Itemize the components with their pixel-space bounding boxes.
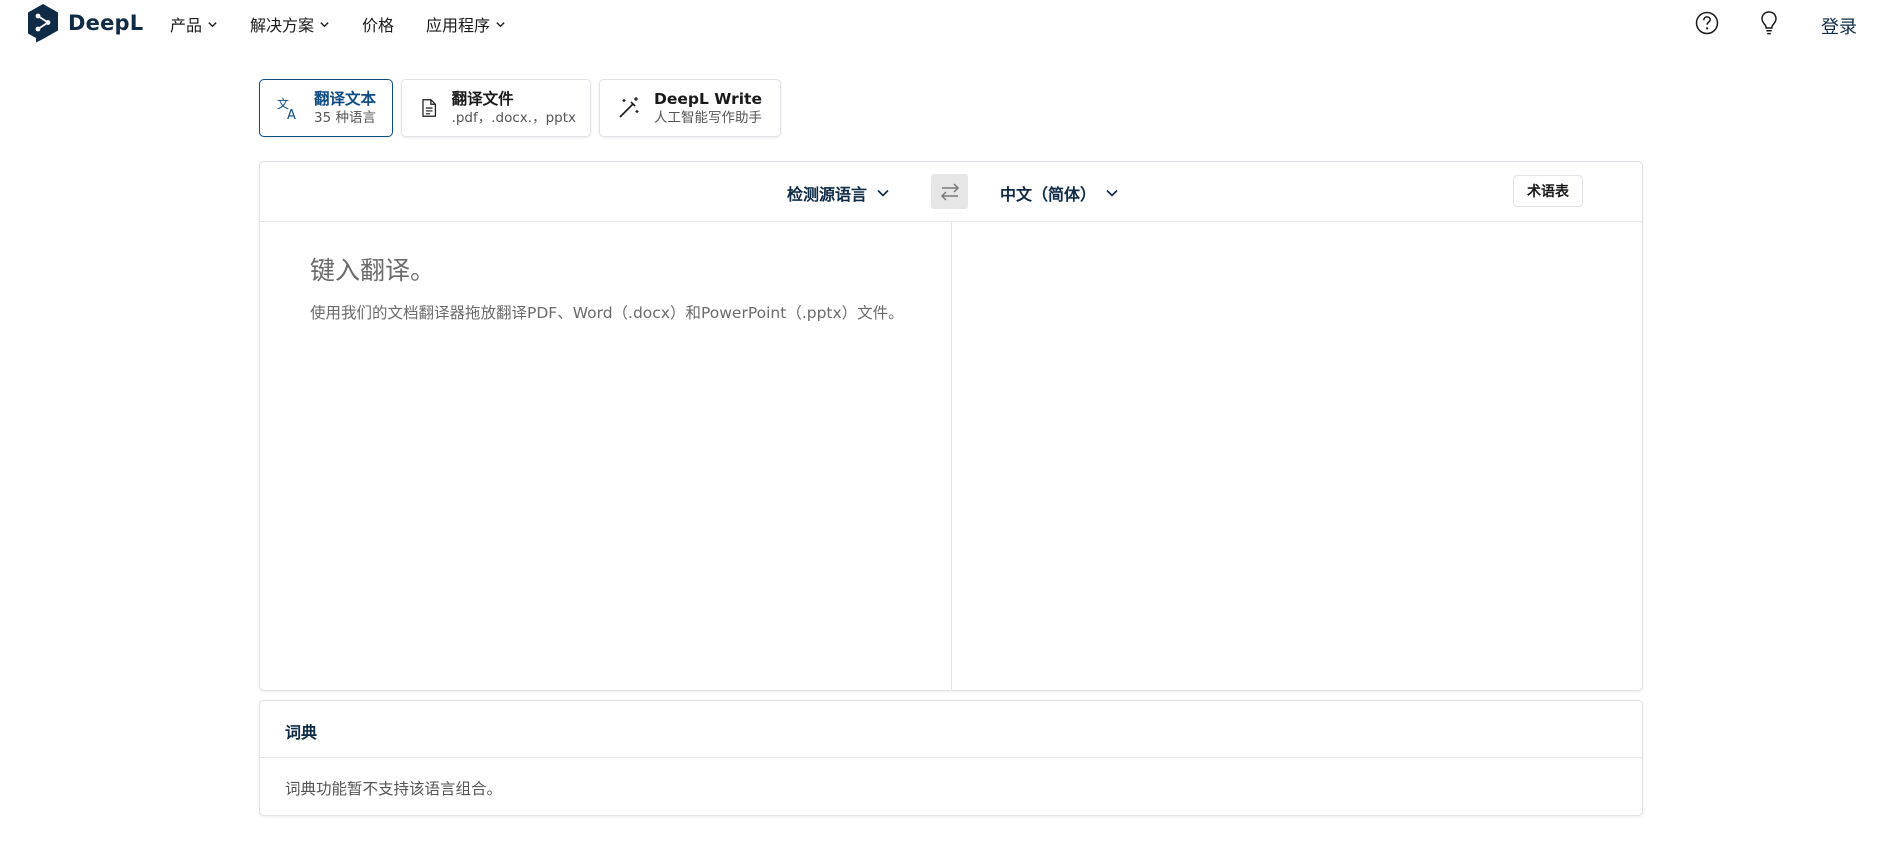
dictionary-panel: 词典 词典功能暂不支持该语言组合。 xyxy=(259,700,1643,816)
language-bar: 检测源语言 中文（简体） 术语表 xyxy=(260,162,1642,222)
tab-deepl-write-labels: DeepL Write 人工智能写作助手 xyxy=(654,89,762,127)
document-icon xyxy=(422,99,437,117)
glossary-button[interactable]: 术语表 xyxy=(1513,175,1583,207)
dictionary-message: 词典功能暂不支持该语言组合。 xyxy=(285,780,503,798)
help-button[interactable] xyxy=(1693,9,1721,37)
tab-deepl-write-title: DeepL Write xyxy=(654,90,762,108)
nav-solutions[interactable]: 解决方案 xyxy=(250,12,330,36)
tab-deepl-write-subtitle: 人工智能写作助手 xyxy=(654,110,762,126)
top-header: DeepL 产品 解决方案 价格 应用程序 登录 xyxy=(0,0,1887,50)
help-icon xyxy=(1695,11,1719,35)
nav-apps-label: 应用程序 xyxy=(426,16,491,35)
nav-products-label: 产品 xyxy=(170,16,203,35)
tab-translate-text[interactable]: 文 A 翻译文本 35 种语言 xyxy=(259,79,393,137)
document-translator-hint: 使用我们的文档翻译器拖放翻译PDF、Word（.docx）和PowerPoint… xyxy=(310,304,904,322)
translator-panel: 检测源语言 中文（简体） 术语表 键入翻译。 使用我们的文档翻译器拖放翻译PDF… xyxy=(259,161,1643,691)
source-language-select[interactable]: 检测源语言 xyxy=(787,181,890,205)
deepl-logo[interactable]: DeepL xyxy=(26,3,143,43)
tab-deepl-write[interactable]: DeepL Write 人工智能写作助手 xyxy=(599,79,781,137)
nav-pricing[interactable]: 价格 xyxy=(362,12,394,36)
target-language-label: 中文（简体） xyxy=(1000,185,1097,204)
nav-pricing-label: 价格 xyxy=(362,16,395,35)
target-text-output[interactable] xyxy=(952,223,1643,691)
tab-translate-text-title: 翻译文本 xyxy=(314,90,377,108)
chevron-down-icon xyxy=(320,21,329,27)
source-placeholder: 键入翻译。 xyxy=(310,256,436,285)
dictionary-header: 词典 xyxy=(260,701,1642,758)
login-button[interactable]: 登录 xyxy=(1821,13,1857,39)
source-text-input[interactable]: 键入翻译。 使用我们的文档翻译器拖放翻译PDF、Word（.docx）和Powe… xyxy=(260,223,951,691)
nav-apps[interactable]: 应用程序 xyxy=(426,12,506,36)
deepl-logo-icon xyxy=(28,4,58,43)
nav-products[interactable]: 产品 xyxy=(170,12,218,36)
chevron-down-icon xyxy=(496,21,505,27)
translate-icon: 文 A xyxy=(277,96,296,121)
nav-solutions-label: 解决方案 xyxy=(250,16,315,35)
main-nav: 产品 解决方案 价格 应用程序 xyxy=(170,12,538,36)
chevron-down-icon xyxy=(1106,189,1118,197)
deepl-translator-page: DeepL 产品 解决方案 价格 应用程序 登录 文 A 翻译文本 35 种语言… xyxy=(0,0,1887,861)
chevron-down-icon xyxy=(877,189,889,197)
target-language-select[interactable]: 中文（简体） xyxy=(1000,181,1119,205)
magic-wand-icon xyxy=(619,97,639,118)
source-language-label: 检测源语言 xyxy=(787,185,868,204)
tab-translate-files[interactable]: 翻译文件 .pdf，.docx.，pptx xyxy=(401,79,591,137)
lightbulb-icon xyxy=(1761,11,1777,35)
dictionary-title: 词典 xyxy=(285,723,318,742)
tab-translate-text-subtitle: 35 种语言 xyxy=(314,110,376,126)
mode-tabs: 文 A 翻译文本 35 种语言 翻译文件 .pdf，.docx.，pptx De… xyxy=(259,79,789,137)
logo-text: DeepL xyxy=(68,11,144,35)
tab-translate-files-subtitle: .pdf，.docx.，pptx xyxy=(451,110,576,126)
chevron-down-icon xyxy=(208,21,217,27)
swap-arrows-icon xyxy=(940,182,959,201)
tab-translate-text-labels: 翻译文本 35 种语言 xyxy=(314,89,376,127)
svg-text:A: A xyxy=(287,108,296,121)
swap-languages-button[interactable] xyxy=(931,174,968,209)
tab-translate-files-title: 翻译文件 xyxy=(451,90,514,108)
tab-translate-files-labels: 翻译文件 .pdf，.docx.，pptx xyxy=(452,89,576,127)
feedback-button[interactable] xyxy=(1756,9,1782,37)
